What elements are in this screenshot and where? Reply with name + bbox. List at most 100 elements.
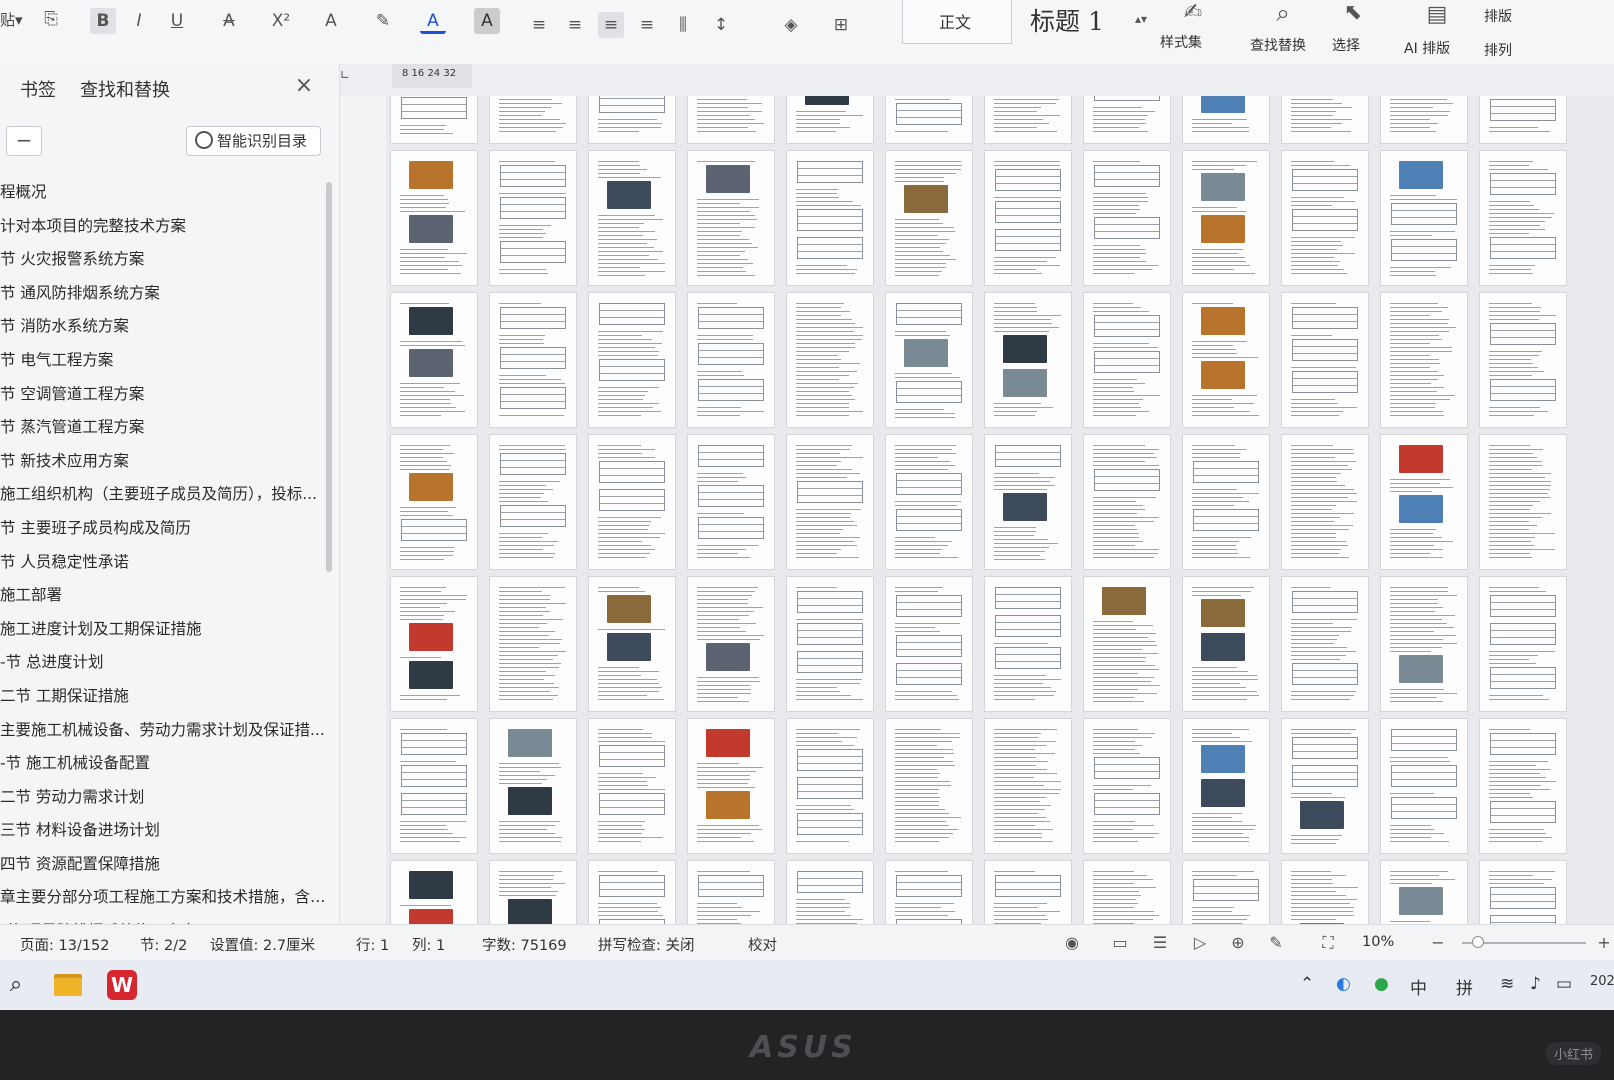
italic-button[interactable]: I	[126, 8, 152, 34]
arrange-button[interactable]: 排列	[1484, 40, 1512, 60]
page-thumbnail[interactable]	[1380, 576, 1468, 712]
page-thumbnail[interactable]	[390, 292, 478, 428]
page-thumbnail[interactable]	[1479, 718, 1567, 854]
toc-item[interactable]: 施工组织机构（主要班子成员及简历），投标...	[0, 478, 330, 512]
smart-toc-button[interactable]: 智能识别目录	[186, 126, 321, 156]
wps-app-icon[interactable]: W	[106, 969, 138, 1001]
page-thumbnail[interactable]	[1281, 434, 1369, 570]
web-view-icon[interactable]: ⊕	[1228, 933, 1248, 953]
page-thumbnail[interactable]	[390, 96, 478, 144]
page-thumbnail[interactable]	[1281, 292, 1369, 428]
ai-layout-button[interactable]: AI 排版	[1404, 38, 1450, 58]
clock[interactable]: 202	[1590, 974, 1614, 989]
toc-item[interactable]: 四节 资源配置保障措施	[0, 848, 330, 882]
toc-item[interactable]: 二节 劳动力需求计划	[0, 781, 330, 815]
page-thumbnail[interactable]	[1083, 150, 1171, 286]
page-thumbnail[interactable]	[390, 576, 478, 712]
page-thumbnail[interactable]	[588, 292, 676, 428]
page-thumbnail[interactable]	[687, 718, 775, 854]
page-thumbnail[interactable]	[588, 434, 676, 570]
format-painter-icon[interactable]: ⎘	[38, 6, 64, 32]
distribute-icon[interactable]: ⫼	[670, 12, 696, 38]
page-thumbnail[interactable]	[1182, 718, 1270, 854]
pen-icon[interactable]: ✎	[1266, 933, 1286, 953]
page-thumbnail[interactable]	[588, 576, 676, 712]
page-thumbnail[interactable]	[1182, 150, 1270, 286]
page-thumbnail[interactable]	[1182, 96, 1270, 144]
page-thumbnail[interactable]	[1479, 150, 1567, 286]
page-thumbnail[interactable]	[588, 860, 676, 926]
page-thumbnail[interactable]	[1083, 576, 1171, 712]
toc-item[interactable]: 施工进度计划及工期保证措施	[0, 613, 330, 647]
page-thumbnail[interactable]	[786, 150, 874, 286]
page-thumbnail[interactable]	[1479, 860, 1567, 926]
volume-icon[interactable]: ♪	[1530, 974, 1541, 994]
page-thumbnail[interactable]	[1281, 96, 1369, 144]
align-right-icon[interactable]: ≡	[598, 12, 624, 38]
toc-item[interactable]: 节 蒸汽管道工程方案	[0, 411, 330, 445]
text-effect-button[interactable]: A	[318, 8, 344, 34]
page-view-icon[interactable]: ▭	[1110, 933, 1130, 953]
highlight-icon[interactable]: ✎	[370, 8, 396, 34]
layout-button[interactable]: 排版	[1484, 6, 1512, 26]
page-thumbnail[interactable]	[1083, 292, 1171, 428]
page-thumbnail[interactable]	[687, 434, 775, 570]
spell-check-toggle[interactable]: 拼写检查: 关闭	[598, 934, 695, 955]
toc-item[interactable]: 节 空调管道工程方案	[0, 378, 330, 412]
page-thumbnail[interactable]	[1479, 96, 1567, 144]
superscript-button[interactable]: X²	[268, 8, 294, 34]
justify-icon[interactable]: ≡	[634, 12, 660, 38]
ruler[interactable]: 8 16 24 32	[392, 64, 472, 88]
zoom-slider-handle[interactable]	[1472, 936, 1484, 948]
underline-button[interactable]: U	[164, 8, 190, 34]
page-thumbnail[interactable]	[786, 718, 874, 854]
page-thumbnail[interactable]	[489, 150, 577, 286]
toc-item[interactable]: 计对本项目的完整技术方案	[0, 210, 330, 244]
fit-page-icon[interactable]: ⛶	[1318, 933, 1338, 953]
page-thumbnail[interactable]	[786, 576, 874, 712]
shading-icon[interactable]: ◈	[778, 12, 804, 38]
page-thumbnail[interactable]	[1380, 150, 1468, 286]
page-thumbnail[interactable]	[1182, 860, 1270, 926]
find-replace-button[interactable]: 查找替换	[1250, 35, 1306, 55]
style-set-button[interactable]: 样式集	[1160, 32, 1202, 52]
font-color-button[interactable]: A	[420, 8, 446, 34]
ime-mode[interactable]: 拼	[1456, 974, 1473, 999]
page-thumbnail[interactable]	[390, 860, 478, 926]
page-thumbnail[interactable]	[390, 150, 478, 286]
toc-item[interactable]: 主要施工机械设备、劳动力需求计划及保证措...	[0, 714, 330, 748]
toc-item[interactable]: 施工部署	[0, 579, 330, 613]
page-thumbnail[interactable]	[984, 718, 1072, 854]
page-thumbnail[interactable]	[687, 96, 775, 144]
file-explorer-icon[interactable]	[52, 969, 84, 1001]
toc-item[interactable]: -节 总进度计划	[0, 646, 330, 680]
nav-scrollbar[interactable]	[326, 182, 332, 572]
select-button[interactable]: 选择	[1332, 35, 1360, 55]
page-thumbnail[interactable]	[489, 96, 577, 144]
page-thumbnail[interactable]	[1380, 434, 1468, 570]
page-thumbnail[interactable]	[984, 860, 1072, 926]
toc-item[interactable]: 节 新技术应用方案	[0, 445, 330, 479]
tab-bookmarks[interactable]: 书签	[20, 76, 56, 102]
bold-button[interactable]: B	[90, 8, 116, 34]
align-center-icon[interactable]: ≡	[562, 12, 588, 38]
page-thumbnail[interactable]	[984, 96, 1072, 144]
toc-item[interactable]: 节 通风防排烟系统方案	[0, 277, 330, 311]
page-thumbnail[interactable]	[1479, 292, 1567, 428]
proofread-button[interactable]: 校对	[748, 934, 777, 955]
wechat-icon[interactable]: ●	[1374, 974, 1389, 994]
outline-view-icon[interactable]: ☰	[1150, 933, 1170, 953]
toc-item[interactable]: 节 电气工程方案	[0, 344, 330, 378]
toc-item[interactable]: 节 消防水系统方案	[0, 310, 330, 344]
toc-item[interactable]: 节 主要班子成员构成及简历	[0, 512, 330, 546]
toc-item[interactable]: 节 人员稳定性承诺	[0, 546, 330, 580]
page-thumbnail[interactable]	[1281, 718, 1369, 854]
style-gallery-scroll-icon[interactable]: ▴▾	[1128, 6, 1154, 32]
page-thumbnail[interactable]	[1380, 718, 1468, 854]
ime-lang[interactable]: 中	[1410, 974, 1427, 999]
char-shading-button[interactable]: A	[474, 8, 500, 34]
toc-item[interactable]: -节 施工机械设备配置	[0, 747, 330, 781]
page-thumbnail[interactable]	[1281, 150, 1369, 286]
page-thumbnail[interactable]	[885, 576, 973, 712]
tab-find-replace[interactable]: 查找和替换	[80, 76, 170, 102]
